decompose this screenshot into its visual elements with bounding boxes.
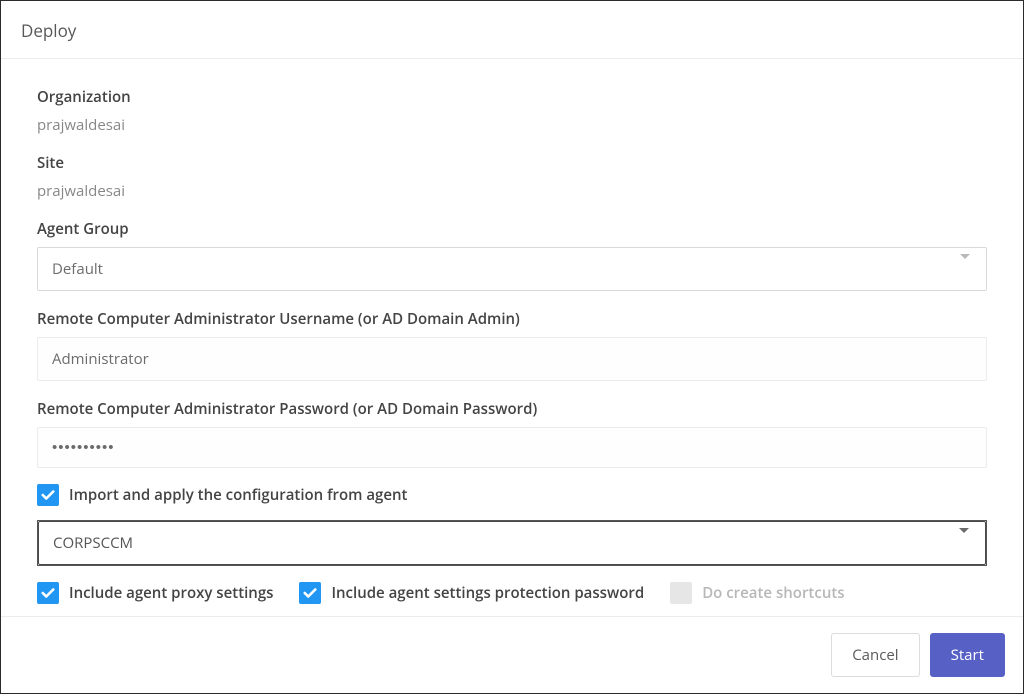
agent-group-select-wrap: Default [37, 247, 987, 291]
password-block: Remote Computer Administrator Password (… [37, 399, 987, 468]
include-proxy-label: Include agent proxy settings [69, 583, 273, 603]
dialog-footer: Cancel Start [1, 616, 1023, 693]
import-config-checkbox[interactable] [37, 484, 59, 506]
username-label: Remote Computer Administrator Username (… [37, 309, 987, 329]
agent-group-selected-text: Default [52, 259, 103, 279]
import-config-select[interactable]: CORPSCCM [38, 521, 986, 565]
import-config-selected-text: CORPSCCM [53, 533, 133, 553]
cancel-button[interactable]: Cancel [831, 633, 919, 677]
check-icon [303, 587, 317, 599]
import-config-row: Import and apply the configuration from … [37, 484, 987, 506]
include-protection-label: Include agent settings protection passwo… [331, 583, 644, 603]
deploy-dialog: Deploy Organization prajwaldesai Site pr… [1, 1, 1023, 693]
password-input[interactable] [37, 427, 987, 468]
check-icon [41, 489, 55, 501]
username-input[interactable] [37, 337, 987, 381]
organization-block: Organization prajwaldesai [37, 87, 987, 135]
create-shortcuts-checkbox [670, 582, 692, 604]
agent-group-select[interactable]: Default [37, 247, 987, 291]
site-value: prajwaldesai [37, 181, 987, 201]
agent-group-block: Agent Group Default [37, 219, 987, 291]
create-shortcuts-item: Do create shortcuts [670, 582, 844, 604]
site-block: Site prajwaldesai [37, 153, 987, 201]
include-protection-checkbox[interactable] [299, 582, 321, 604]
dialog-title: Deploy [21, 19, 1003, 42]
organization-label: Organization [37, 87, 987, 107]
dialog-header: Deploy [1, 1, 1023, 59]
password-label: Remote Computer Administrator Password (… [37, 399, 987, 419]
include-proxy-item: Include agent proxy settings [37, 582, 273, 604]
include-protection-item: Include agent settings protection passwo… [299, 582, 644, 604]
import-config-select-wrap: CORPSCCM [37, 520, 987, 566]
import-config-label: Import and apply the configuration from … [69, 485, 407, 505]
username-block: Remote Computer Administrator Username (… [37, 309, 987, 381]
options-row: Include agent proxy settings Include age… [37, 582, 987, 604]
dialog-body: Organization prajwaldesai Site prajwalde… [1, 59, 1023, 616]
site-label: Site [37, 153, 987, 173]
start-button[interactable]: Start [930, 633, 1005, 677]
create-shortcuts-label: Do create shortcuts [702, 583, 844, 603]
check-icon [41, 587, 55, 599]
organization-value: prajwaldesai [37, 115, 987, 135]
agent-group-label: Agent Group [37, 219, 987, 239]
include-proxy-checkbox[interactable] [37, 582, 59, 604]
